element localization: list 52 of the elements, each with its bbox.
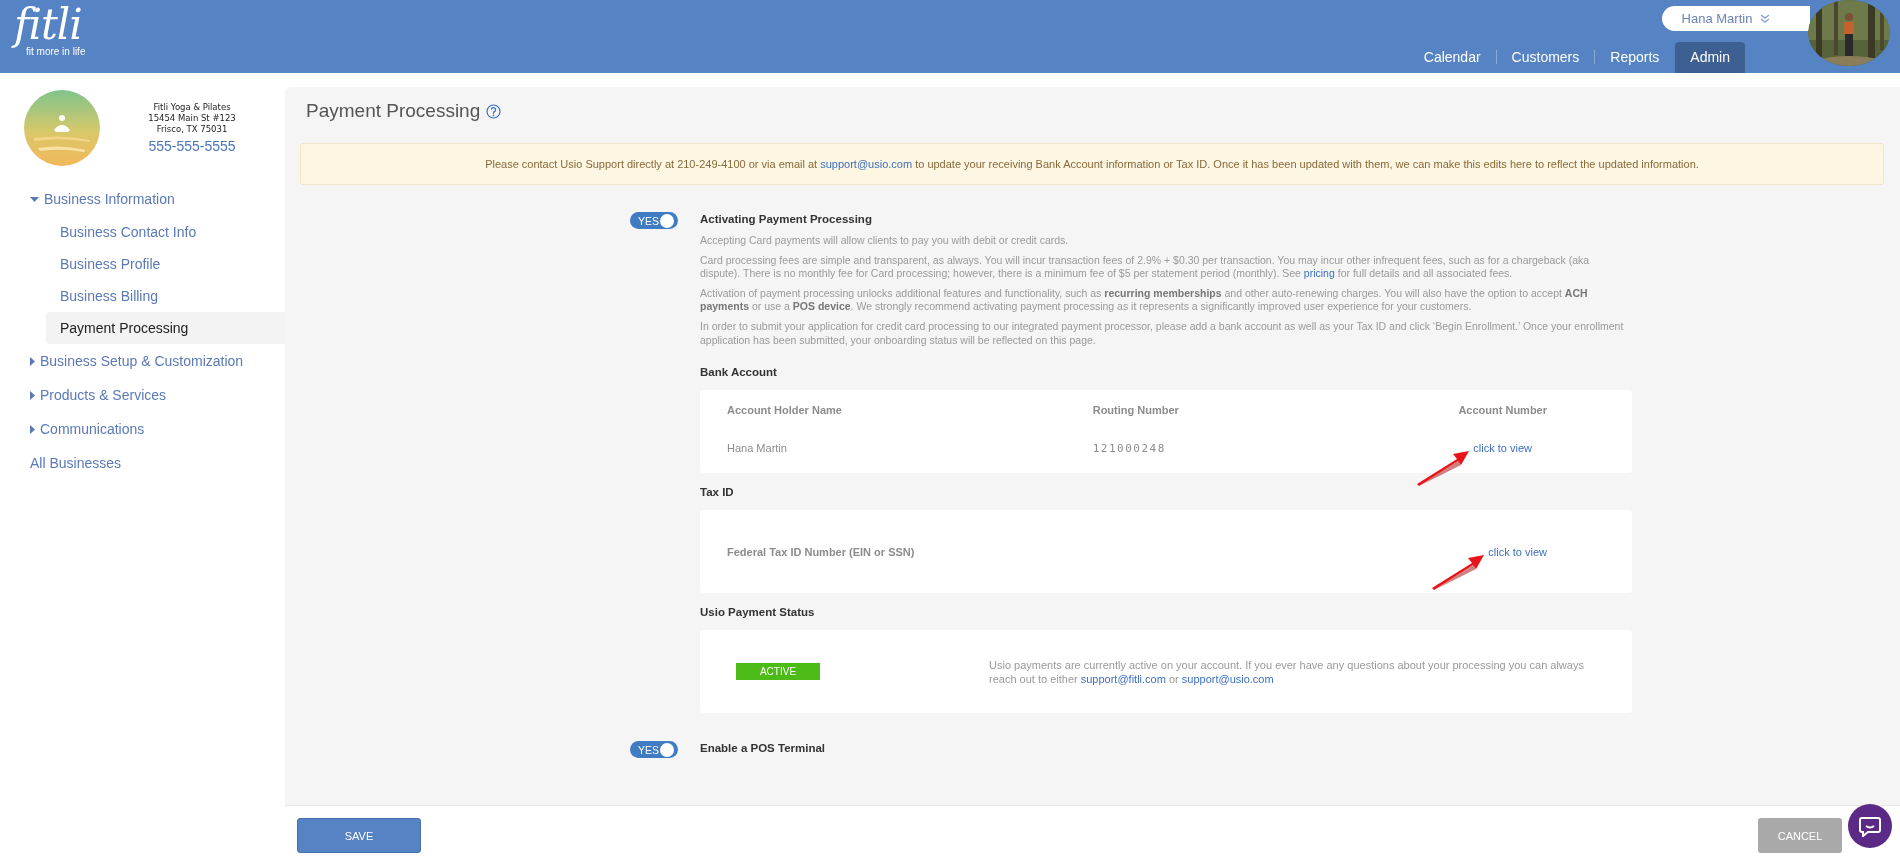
toggle-switch[interactable]: YES <box>630 212 678 229</box>
description-text: Activation of payment processing unlocks additional features and functionality, such as recurring memberships and other auto-renewing charges. You will also have the option to accept ACH payments or use a POS device. We strongly recommend activating payment processing as it represents a significantly improved user experience for your customers. <box>700 286 1589 314</box>
page-title: Payment Processing <box>306 100 481 122</box>
column-header: Routing Number <box>1092 404 1180 419</box>
cancel-button[interactable]: CANCEL <box>1758 818 1842 853</box>
business-phone: 555-555-5555 <box>148 136 236 155</box>
nav-item[interactable]: Communications <box>0 412 285 446</box>
help-icon <box>486 103 502 119</box>
business-name: Fitli Yoga & Pilates <box>153 101 231 113</box>
business-address: 15454 Main St #123 <box>148 112 236 124</box>
section-title: Activating Payment Processing <box>700 212 873 227</box>
nav-tab[interactable]: Customers <box>1496 42 1595 73</box>
status-badge: ACTIVE <box>736 663 820 681</box>
user-menu[interactable]: Hana Martin <box>1662 6 1810 31</box>
link[interactable]: support@usio.com <box>820 158 913 170</box>
nav-subitem[interactable]: Business Billing <box>46 280 285 312</box>
nav-tab[interactable]: Reports <box>1595 42 1675 73</box>
link[interactable]: support@fitli.com <box>1080 672 1166 685</box>
nav-item[interactable]: Business Information <box>0 182 285 216</box>
table-cell-text: Hana Martin <box>727 442 788 457</box>
nav-item[interactable]: Business Setup & Customization <box>0 344 285 378</box>
section-title: Usio Payment Status <box>700 605 816 621</box>
save-button[interactable]: SAVE <box>297 818 421 853</box>
field-label: Federal Tax ID Number (EIN or SSN) <box>727 545 915 558</box>
nav-item[interactable]: Products & Services <box>0 378 285 412</box>
double-chevron-icon <box>1760 14 1771 23</box>
nav-tab[interactable]: Admin <box>1675 42 1745 73</box>
description-text: In order to submit your application for credit card processing to our integrated payment processor, please add a bank account as well as your Tax ID and click ‘Begin Enrollment.’ Once your enrollment application has been submitted, your onboarding status will be reflected on this page. <box>700 319 1625 348</box>
column-header: Account Holder Name <box>727 404 843 419</box>
nav-tab[interactable]: Calendar <box>1408 42 1496 73</box>
link[interactable]: support@usio.com <box>1181 672 1274 685</box>
table-cell-text: 121000248 <box>1092 442 1167 458</box>
status-message: Usio payments are currently active on your account. If you ever have any questions about your processing you can always reach out to either support@fitli.com or support@usio.com <box>989 657 1585 686</box>
business-city: Frisco, TX 75031 <box>156 123 228 135</box>
nav-item[interactable]: All Businesses <box>0 446 285 480</box>
section-title: Enable a POS Terminal <box>700 741 827 757</box>
link[interactable]: pricing <box>1303 267 1335 280</box>
section-title: Tax ID <box>700 485 735 501</box>
description-text: Accepting Card payments will allow clients to pay you with debit or credit cards. <box>700 234 1070 248</box>
view-link[interactable]: click to view <box>1473 442 1533 455</box>
view-link[interactable]: click to view <box>1488 545 1547 558</box>
chat-button[interactable] <box>1848 804 1892 848</box>
nav-subitem[interactable]: Payment Processing <box>46 312 285 344</box>
logo-tagline: fit more in life <box>26 46 87 57</box>
column-header: Account Number <box>1458 404 1547 419</box>
section-title: Bank Account <box>700 365 778 381</box>
notice-banner: Please contact Usio Support directly at 210-249-4100 or via email at support@usio.com to update your receiving Bank Account information or Tax ID. Once it has been updated with them, we can make this edits here to reflect the updated information. <box>300 143 1884 185</box>
nav-subitem[interactable]: Business Contact Info <box>46 216 285 248</box>
nav-subitem[interactable]: Business Profile <box>46 248 285 280</box>
toggle-switch[interactable]: YES <box>630 741 678 759</box>
chat-icon <box>1859 815 1881 837</box>
description-text: Card processing fees are simple and transparent, as always. You will incur transaction fees of 2.9% + $0.30 per transaction. You may incur other infrequent fees, such as for a chargeback (aka dispute). There is no monthly fee for Card processing; however, there is a minimum fee of $5 per statement period (monthly). See pricing for full details and all associated fees. <box>700 253 1591 281</box>
